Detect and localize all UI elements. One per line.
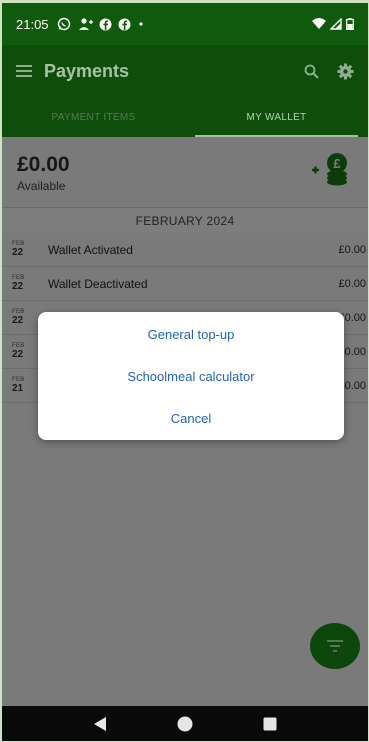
facebook-icon xyxy=(99,18,112,30)
schoolmeal-calculator-option[interactable]: Schoolmeal calculator xyxy=(38,355,344,397)
recents-icon[interactable] xyxy=(263,717,277,731)
general-top-up-option[interactable]: General top-up xyxy=(38,313,344,355)
battery-icon xyxy=(346,18,354,30)
add-money-icon[interactable]: £ xyxy=(310,151,352,187)
cancel-button[interactable]: Cancel xyxy=(38,397,344,439)
app-actions xyxy=(304,63,354,80)
transaction-date: FEB 22 xyxy=(12,309,38,326)
transaction-date: FEB 21 xyxy=(12,377,38,394)
wallet-balance: £0.00 Available £ xyxy=(2,137,368,207)
balance-label: Available xyxy=(17,179,66,193)
transaction-day: 22 xyxy=(12,315,24,326)
gear-icon[interactable] xyxy=(337,63,354,80)
transaction-day: 22 xyxy=(12,247,24,258)
tab-my-wallet[interactable]: MY WALLET xyxy=(185,97,368,137)
back-icon[interactable] xyxy=(93,716,107,732)
facebook-icon xyxy=(118,18,131,30)
balance-amount: £0.00 xyxy=(17,153,70,176)
tab-payment-items[interactable]: PAYMENT ITEMS xyxy=(2,97,185,137)
page-title: Payments xyxy=(44,60,130,81)
transaction-day: 22 xyxy=(12,349,24,360)
transaction-date: FEB 22 xyxy=(12,275,38,292)
month-header: FEBRUARY 2024 xyxy=(2,207,368,233)
whatsapp-icon xyxy=(57,17,70,31)
transaction-row[interactable]: FEB 22 Wallet Deactivated £0.00 xyxy=(2,267,368,301)
transaction-date: FEB 22 xyxy=(12,241,38,258)
tab-bar: PAYMENT ITEMS MY WALLET xyxy=(2,97,368,137)
transaction-description: Wallet Activated xyxy=(48,242,133,257)
dot-icon xyxy=(138,22,143,26)
signal-icon xyxy=(330,18,342,30)
svg-text:£: £ xyxy=(333,156,341,171)
home-icon[interactable] xyxy=(177,716,193,732)
navigation-bar xyxy=(2,706,368,741)
status-bar: 21:05 xyxy=(2,3,368,45)
transaction-date: FEB 22 xyxy=(12,343,38,360)
system-icons xyxy=(312,18,354,30)
transaction-description: Wallet Deactivated xyxy=(48,276,148,291)
transaction-amount: £0.00 xyxy=(338,243,366,256)
transaction-amount: £0.00 xyxy=(338,277,366,290)
menu-icon[interactable] xyxy=(16,65,32,77)
search-icon[interactable] xyxy=(304,64,319,79)
person-add-icon xyxy=(78,18,93,30)
filter-button[interactable] xyxy=(310,623,360,669)
transaction-day: 22 xyxy=(12,281,24,292)
tab-label: MY WALLET xyxy=(246,111,307,123)
app-frame: 21:05 Payments PAYMENT ITEMS MY WALLET £… xyxy=(2,3,368,741)
notification-icons xyxy=(57,17,145,31)
transaction-day: 21 xyxy=(12,383,24,394)
transaction-row[interactable]: FEB 22 Wallet Activated £0.00 xyxy=(2,233,368,267)
tab-label: PAYMENT ITEMS xyxy=(51,111,136,123)
app-bar: Payments xyxy=(2,45,368,97)
filter-icon xyxy=(327,640,343,652)
top-up-dialog: General top-up Schoolmeal calculator Can… xyxy=(38,312,344,440)
wifi-icon xyxy=(312,18,326,29)
status-time: 21:05 xyxy=(16,16,49,32)
